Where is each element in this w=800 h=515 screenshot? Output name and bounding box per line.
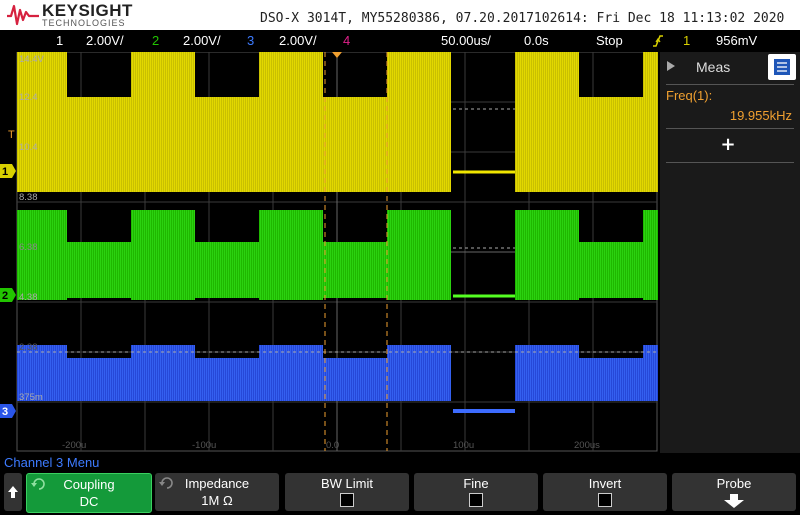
trigger-level-marker: T: [8, 129, 15, 141]
tlabel-4: 100u: [453, 440, 474, 451]
divider: [666, 162, 794, 163]
run-state[interactable]: Stop: [596, 33, 623, 48]
add-measurement-button[interactable]: +: [714, 134, 742, 155]
bw-limit-checkbox[interactable]: [340, 493, 354, 507]
ch3-marker-label: 3: [2, 406, 8, 418]
vlabel-4: 8.38: [19, 192, 38, 203]
panel-arrow-icon[interactable]: [666, 60, 676, 72]
impedance-softkey[interactable]: Impedance 1M Ω: [155, 473, 279, 511]
measurement-menu-button[interactable]: [768, 54, 796, 80]
ch3-scale[interactable]: 2.00V/: [279, 33, 317, 48]
fine-label: Fine: [463, 476, 489, 491]
vlabel-8: 375m: [19, 392, 43, 403]
trigger-position-marker[interactable]: [332, 52, 342, 58]
tlabel-2: -100u: [192, 440, 216, 451]
freq-measurement-label: Freq(1):: [666, 88, 713, 103]
divider: [666, 84, 794, 85]
down-arrow-icon: [724, 494, 744, 508]
measurement-panel: Meas Freq(1): 19.955kHz +: [660, 52, 800, 453]
vlabel-1: 14.4V: [19, 54, 44, 65]
time-delay[interactable]: 0.0s: [524, 33, 549, 48]
channel-markers: T 1 2 3: [0, 129, 16, 418]
ch4-number[interactable]: 4: [343, 33, 350, 48]
impedance-label: Impedance: [184, 476, 250, 491]
probe-label: Probe: [716, 476, 752, 491]
menu-icon: [774, 59, 790, 75]
menu-title: Channel 3 Menu: [4, 455, 100, 470]
keysight-logo-icon: [7, 4, 39, 26]
tlabel-3: 0.0: [326, 440, 339, 451]
vlabel-6: 4.38: [19, 292, 38, 303]
back-button[interactable]: [4, 473, 22, 511]
coupling-softkey[interactable]: Coupling DC: [26, 473, 152, 513]
status-bar: 1 2.00V/ 2 2.00V/ 3 2.00V/ 4 50.00us/ 0.…: [0, 30, 800, 79]
trigger-slope-icon: [653, 35, 663, 47]
vlabel-2: 12.4: [19, 92, 38, 103]
impedance-value: 1M Ω: [201, 493, 233, 508]
trigger-level[interactable]: 956mV: [716, 33, 757, 48]
measurement-title: Meas: [696, 59, 731, 75]
ch2-number[interactable]: 2: [152, 33, 159, 48]
probe-softkey[interactable]: Probe: [672, 473, 796, 511]
freq-measurement-value: 19.955kHz: [729, 108, 792, 123]
ch2-scale[interactable]: 2.00V/: [183, 33, 221, 48]
ch1-marker-label: 1: [2, 166, 8, 178]
up-arrow-icon: [8, 486, 18, 498]
ch3-number[interactable]: 3: [247, 33, 254, 48]
vlabel-5: 6.38: [19, 242, 38, 253]
ch1-number[interactable]: 1: [56, 33, 63, 48]
bw-limit-softkey[interactable]: BW Limit: [285, 473, 409, 511]
tlabel-5: 200us: [574, 440, 600, 451]
coupling-value: DC: [79, 494, 99, 509]
vlabel-7: 2.38: [19, 342, 38, 353]
ch2-marker-label: 2: [2, 290, 8, 302]
coupling-label: Coupling: [63, 477, 115, 492]
title-bar: KEYSIGHT TECHNOLOGIES DSO-X 3014T, MY552…: [0, 0, 800, 30]
invert-label: Invert: [588, 476, 622, 491]
trigger-source[interactable]: 1: [683, 33, 690, 48]
waveform-canvas: 14.4V 12.4 10.4 8.38 6.38 4.38 2.38 375m…: [0, 52, 658, 452]
instrument-info: DSO-X 3014T, MY55280386, 07.20.201710261…: [260, 11, 785, 26]
brand-subtitle: TECHNOLOGIES: [42, 18, 126, 28]
tlabel-1: -200u: [62, 440, 86, 451]
vlabel-3: 10.4: [19, 142, 38, 153]
softkey-bar: Coupling DC Impedance 1M Ω BW Limit Fine…: [0, 472, 800, 513]
invert-softkey[interactable]: Invert: [543, 473, 667, 511]
timebase-scale[interactable]: 50.00us/: [441, 33, 491, 48]
fine-checkbox[interactable]: [469, 493, 483, 507]
ch1-scale[interactable]: 2.00V/: [86, 33, 124, 48]
bw-limit-label: BW Limit: [321, 476, 373, 491]
divider: [666, 128, 794, 129]
invert-checkbox[interactable]: [598, 493, 612, 507]
fine-softkey[interactable]: Fine: [414, 473, 538, 511]
waveform-display[interactable]: 14.4V 12.4 10.4 8.38 6.38 4.38 2.38 375m…: [0, 52, 658, 453]
